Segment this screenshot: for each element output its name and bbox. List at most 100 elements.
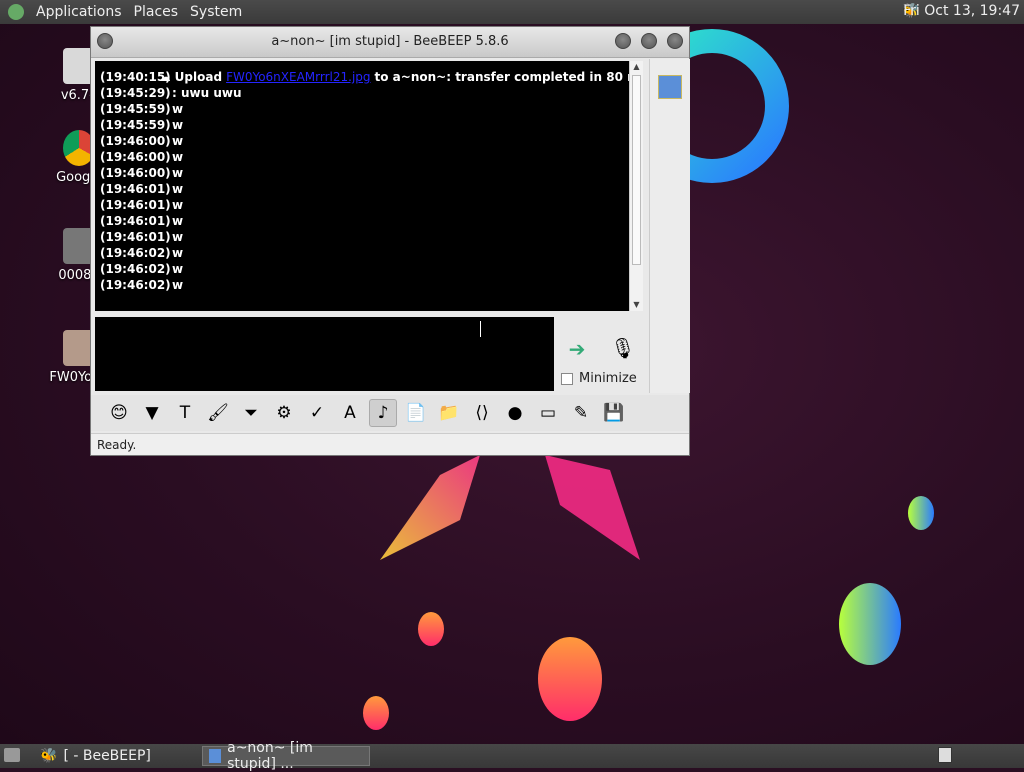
dictionary-icon: A xyxy=(344,403,356,423)
message-text: w xyxy=(172,214,184,228)
menu-system[interactable]: System xyxy=(184,4,248,20)
chat-message: (19:45:29): uwu uwu xyxy=(100,85,629,101)
chat-message-upload: (19:40:15) ☁ Upload FW0Yo6nXEAMrrrl21.jp… xyxy=(100,69,629,85)
send-message-button[interactable]: ➔ xyxy=(563,335,591,363)
note-icon: ♪ xyxy=(377,403,389,423)
filter-button[interactable]: ⏷ xyxy=(237,399,265,427)
send-file-button[interactable]: 📄 xyxy=(402,399,430,427)
chat-message: (19:45:59) w xyxy=(100,101,629,117)
clock[interactable]: Fri Oct 13, 19:47 xyxy=(903,3,1020,19)
chat-message: (19:46:00) w xyxy=(100,149,629,165)
message-timestamp: (19:46:00) xyxy=(100,150,171,164)
top-panel: Applications Places System 🐝 Fri Oct 13,… xyxy=(0,0,1024,24)
minimize-option[interactable]: Minimize xyxy=(561,371,637,386)
bell-button[interactable]: ▼ xyxy=(138,399,166,427)
folder-share-icon: 📁 xyxy=(438,403,460,423)
minimize-checkbox[interactable] xyxy=(561,372,573,385)
chat-message: (19:46:00) w xyxy=(100,133,629,149)
menu-applications[interactable]: Applications xyxy=(30,4,128,20)
window-title: a~non~ [im stupid] - BeeBEEP 5.8.6 xyxy=(271,34,509,49)
status-text: Ready. xyxy=(97,438,137,452)
emoji-button[interactable]: 😊 xyxy=(105,399,133,427)
chat-window-icon xyxy=(209,749,222,763)
message-timestamp: (19:46:02) xyxy=(100,262,171,276)
message-input[interactable] xyxy=(95,317,554,391)
screenshot-button[interactable]: ● xyxy=(501,399,529,427)
voice-message-button[interactable]: 🎙 xyxy=(609,333,637,363)
send-arrow-icon: ➔ xyxy=(568,337,586,361)
upload-suffix: to a~non~: transfer completed in 80 ms. xyxy=(374,70,629,84)
taskbar-label: a~non~ [im stupid] ... xyxy=(227,740,313,772)
chat-message: (19:46:01) w xyxy=(100,181,629,197)
color-icon: 🖌 xyxy=(207,403,229,423)
message-text: w xyxy=(172,262,184,276)
upload-prefix: Upload xyxy=(174,70,223,84)
font-icon: T xyxy=(179,403,191,423)
scroll-up-icon[interactable]: ▲ xyxy=(630,61,643,73)
chat-message: (19:46:02) w xyxy=(100,277,629,293)
edit-button[interactable]: ✎ xyxy=(567,399,595,427)
dictionary-button[interactable]: A xyxy=(336,399,364,427)
show-desktop-icon[interactable] xyxy=(4,748,20,762)
html-icon: ⟨⟩ xyxy=(475,403,489,423)
window-titlebar[interactable]: a~non~ [im stupid] - BeeBEEP 5.8.6 xyxy=(91,27,689,58)
bottom-panel: 🐝 [ - BeeBEEP] a~non~ [im stupid] ... xyxy=(0,740,1024,772)
chat-message: (19:46:02) w xyxy=(100,245,629,261)
chat-message: (19:46:00) w xyxy=(100,165,629,181)
taskbar-item-chat[interactable]: a~non~ [im stupid] ... xyxy=(202,740,370,772)
window-menu-icon[interactable] xyxy=(97,33,113,49)
message-text: w xyxy=(172,230,184,244)
message-text: w xyxy=(172,246,184,260)
taskbar-label: [ - BeeBEEP] xyxy=(63,748,151,764)
distro-logo-icon[interactable] xyxy=(8,4,24,20)
menu-places[interactable]: Places xyxy=(128,4,185,20)
uploaded-file-link[interactable]: FW0Yo6nXEAMrrrl21.jpg xyxy=(226,69,370,85)
message-timestamp: (19:46:01) xyxy=(100,214,171,228)
close-window-button[interactable] xyxy=(667,33,683,49)
user-avatar-icon[interactable] xyxy=(658,75,682,99)
member-panel xyxy=(649,59,690,393)
color-button[interactable]: 🖌 xyxy=(204,399,232,427)
taskbar-item-beebeep[interactable]: 🐝 [ - BeeBEEP] xyxy=(34,746,194,766)
message-timestamp: (19:46:00) xyxy=(100,134,171,148)
send-file-icon: 📄 xyxy=(405,403,427,423)
message-timestamp: (19:45:59) xyxy=(100,118,171,132)
edit-icon: ✎ xyxy=(573,403,589,423)
scrollbar-thumb[interactable] xyxy=(632,75,641,265)
message-timestamp: (19:46:02) xyxy=(100,246,171,260)
settings-button[interactable]: ⚙ xyxy=(270,399,298,427)
beebeep-chat-window: a~non~ [im stupid] - BeeBEEP 5.8.6 (19:4… xyxy=(90,26,690,456)
chat-scrollbar[interactable]: ▲ ▼ xyxy=(629,61,643,311)
message-text: w xyxy=(172,134,184,148)
save-button[interactable]: 💾 xyxy=(600,399,628,427)
chat-message: (19:46:01) w xyxy=(100,229,629,245)
message-text: w xyxy=(172,278,184,292)
html-button[interactable]: ⟨⟩ xyxy=(468,399,496,427)
chat-message: (19:46:01) w xyxy=(100,213,629,229)
chat-message: (19:46:02) w xyxy=(100,261,629,277)
message-timestamp: (19:46:02) xyxy=(100,278,171,292)
window-button[interactable]: ▭ xyxy=(534,399,562,427)
spellcheck-button[interactable]: ✓ xyxy=(303,399,331,427)
message-text: w xyxy=(172,150,184,164)
message-timestamp: (19:46:01) xyxy=(100,230,171,244)
emoji-icon: 😊 xyxy=(110,403,128,423)
message-timestamp: (19:45:59) xyxy=(100,102,171,116)
workspace-switcher-icon[interactable] xyxy=(938,747,952,763)
minimize-label: Minimize xyxy=(579,371,637,386)
scroll-down-icon[interactable]: ▼ xyxy=(630,299,643,311)
bell-icon: ▼ xyxy=(145,403,159,423)
font-button[interactable]: T xyxy=(171,399,199,427)
message-text: w xyxy=(172,166,184,180)
note-button[interactable]: ♪ xyxy=(369,399,397,427)
chat-history[interactable]: (19:40:15) ☁ Upload FW0Yo6nXEAMrrrl21.jp… xyxy=(95,61,629,311)
message-text: w xyxy=(172,182,184,196)
maximize-window-button[interactable] xyxy=(641,33,657,49)
message-text: w xyxy=(172,198,184,212)
message-timestamp: (19:46:00) xyxy=(100,166,171,180)
folder-share-button[interactable]: 📁 xyxy=(435,399,463,427)
minimize-window-button[interactable] xyxy=(615,33,631,49)
microphone-icon: 🎙 xyxy=(610,336,636,360)
message-timestamp: (19:45:29) xyxy=(100,86,171,100)
window-icon: ▭ xyxy=(539,403,557,423)
